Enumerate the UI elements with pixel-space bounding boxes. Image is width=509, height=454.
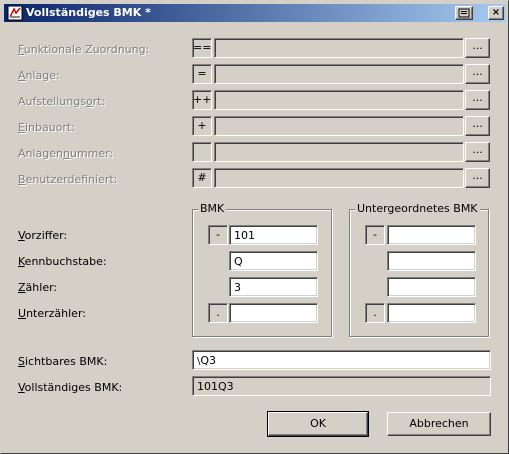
sub-unterzaehler-prefix: .: [365, 303, 385, 323]
browse-button-funktionale-zuordnung[interactable]: ...: [465, 38, 490, 58]
input-benutzerdefiniert[interactable]: [214, 168, 464, 188]
input-aufstellungsort[interactable]: [214, 90, 464, 110]
bmk-unterzaehler-prefix: .: [208, 303, 228, 323]
sub-kennbuchstabe-input[interactable]: [387, 251, 476, 271]
label-unterzaehler: Unterzähler:: [18, 307, 86, 320]
bmk-unterzaehler-input[interactable]: [229, 303, 318, 323]
label-einbauort: Einbauort:: [18, 121, 75, 134]
label-vollstaendiges-bmk: Vollständiges BMK:: [18, 381, 123, 394]
close-icon[interactable]: ×: [488, 6, 504, 20]
ok-button[interactable]: OK: [267, 411, 369, 437]
browse-button-anlage[interactable]: ...: [465, 64, 490, 84]
sichtbares-bmk-value: Q3: [200, 354, 217, 367]
label-zaehler: Zähler:: [18, 281, 58, 294]
prefix-aufstellungsort: ++: [192, 90, 212, 110]
dialog-window: Vollständiges BMK * × Funktionale Zuordn…: [0, 0, 509, 454]
label-sichtbares-bmk: Sichtbares BMK:: [18, 355, 108, 368]
prefix-anlagennummer: [192, 142, 212, 162]
input-anlage[interactable]: [214, 64, 464, 84]
sub-zaehler-input[interactable]: [387, 277, 476, 297]
sichtbares-bmk-input[interactable]: \Q3: [192, 350, 491, 370]
prefix-einbauort: +: [192, 116, 212, 136]
sub-unterzaehler-input[interactable]: [387, 303, 476, 323]
bmk-kennbuchstabe-input[interactable]: Q: [229, 251, 318, 271]
sub-vorziffer-input[interactable]: [387, 225, 476, 245]
browse-button-benutzerdefiniert[interactable]: ...: [465, 168, 490, 188]
browse-button-anlagennummer[interactable]: ...: [465, 142, 490, 162]
label-funktionale-zuordnung: Funktionale Zuordnung:: [18, 43, 150, 56]
title-bar[interactable]: Vollständiges BMK * ×: [4, 4, 506, 22]
sichtbares-bmk-text: \Q3: [197, 354, 216, 367]
browse-button-aufstellungsort[interactable]: ...: [465, 90, 490, 110]
cancel-button[interactable]: Abbrechen: [387, 412, 491, 436]
label-benutzerdefiniert: Benutzerdefiniert:: [18, 173, 118, 186]
sub-bmk-group-title: Untergeordnetes BMK: [355, 202, 480, 215]
help-icon[interactable]: [455, 6, 473, 20]
label-kennbuchstabe: Kennbuchstabe:: [18, 255, 107, 268]
bmk-vorziffer-input[interactable]: 101: [229, 225, 318, 245]
bmk-group-title: BMK: [198, 202, 227, 215]
label-vorziffer: Vorziffer:: [18, 229, 68, 242]
bmk-zaehler-input[interactable]: 3: [229, 277, 318, 297]
input-funktionale-zuordnung[interactable]: [214, 38, 464, 58]
prefix-benutzerdefiniert: #: [192, 168, 212, 188]
prefix-anlage: =: [192, 64, 212, 84]
browse-button-einbauort[interactable]: ...: [465, 116, 490, 136]
sub-vorziffer-prefix: -: [365, 225, 385, 245]
input-einbauort[interactable]: [214, 116, 464, 136]
label-anlagennummer: Anlagennummer:: [18, 147, 114, 160]
label-anlage: Anlage:: [18, 69, 60, 82]
prefix-funktionale-zuordnung: ==: [192, 38, 212, 58]
vollstaendiges-bmk-field: 101Q3: [192, 376, 491, 396]
app-icon: [7, 5, 23, 21]
input-anlagennummer[interactable]: [214, 142, 464, 162]
label-aufstellungsort: Aufstellungsort:: [18, 95, 106, 108]
bmk-vorziffer-prefix: -: [208, 225, 228, 245]
window-title: Vollständiges BMK *: [26, 6, 151, 19]
